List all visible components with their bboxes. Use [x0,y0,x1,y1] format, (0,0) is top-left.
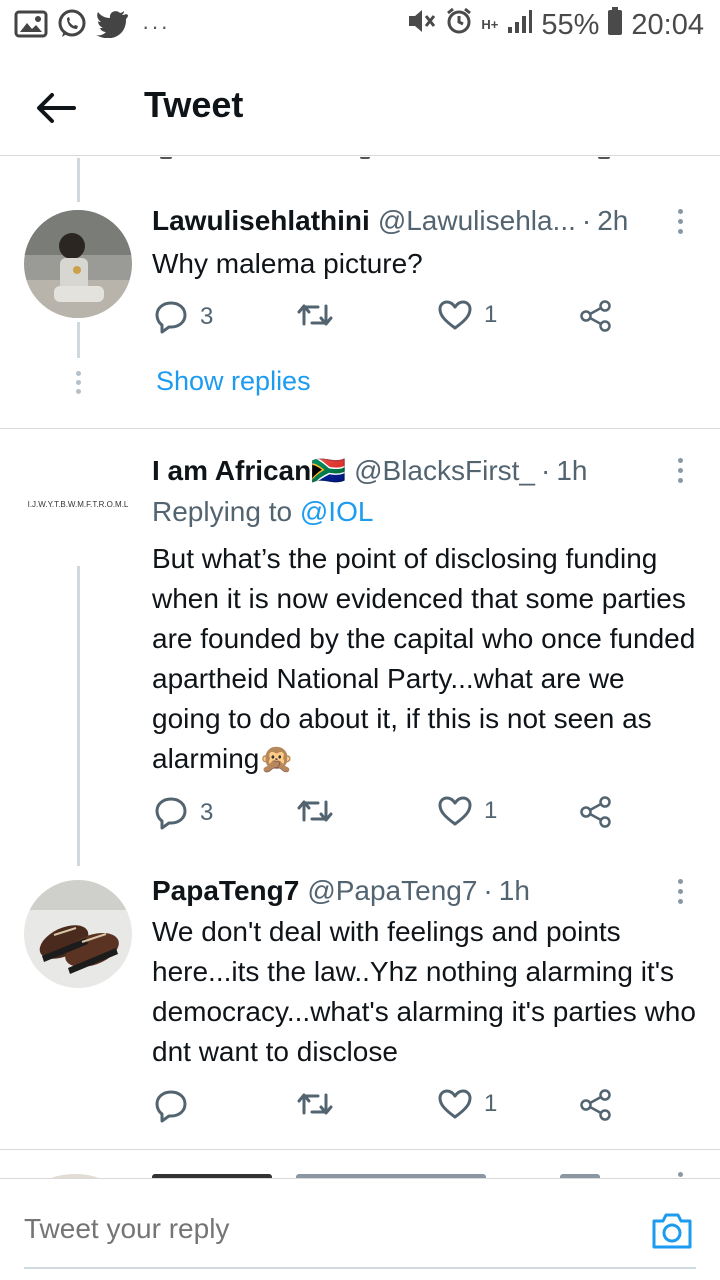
tweet-header: I am African🇿🇦 @BlacksFirst_ · 1h [152,454,588,487]
thread-dots [76,371,82,398]
share-icon [580,796,611,828]
replying-to: Replying to @IOL [152,496,373,528]
like-button[interactable]: 1 [438,796,497,826]
reply-input-underline [24,1267,696,1269]
thread-line [77,158,80,202]
arrow-left-icon [37,93,76,123]
status-bar-system: H+ 55% 20:04 [407,6,704,44]
tweet-text: But what’s the point of disclosing fundi… [152,543,696,774]
tweet-header: PapaTeng7 @PapaTeng7 · 1h [152,875,530,907]
display-name[interactable]: PapaTeng7 [152,875,299,907]
battery-percent: 55% [541,8,600,41]
more-options-button[interactable] [670,455,690,489]
share-icon [580,300,611,332]
retweet-icon [297,304,333,326]
separator: · [483,875,493,906]
separator: · [541,455,551,486]
divider [0,428,720,429]
replying-to-mention[interactable]: @IOL [300,496,374,527]
avatar-text: I.J.W.Y.T.B.W.M.F.T.R.O.M.L [27,500,129,509]
reply-count: 3 [200,303,214,330]
status-bar: ··· H+ 55% 20:04 [0,0,720,50]
mute-icon [407,7,437,43]
tweet-text: Why malema picture? [152,248,423,279]
divider [0,1149,720,1150]
reply-count: 3 [200,799,214,826]
heart-icon [438,1089,472,1119]
display-name[interactable]: Lawulisehlathini [152,205,370,237]
timestamp[interactable]: 1h [556,455,587,487]
timestamp[interactable]: 1h [499,875,530,907]
status-bar-notifications: ··· [14,8,170,45]
network-type: H+ [481,17,499,32]
share-button[interactable] [580,300,612,332]
back-button[interactable] [30,82,82,134]
top-app-bar: Tweet [0,60,720,156]
heart-icon [438,300,472,330]
whatsapp-icon [56,8,88,45]
reply-button[interactable] [154,1089,200,1123]
separator: · [581,205,592,236]
show-replies-link[interactable]: Show replies [156,366,311,397]
twitter-bird-icon [96,10,128,43]
reply-icon [155,301,187,334]
more-options-button[interactable] [670,206,690,240]
reply-icon [155,1090,187,1123]
retweet-button[interactable] [296,1089,346,1119]
more-options-button[interactable] [670,876,690,910]
thread-line [77,566,80,866]
share-button[interactable] [580,796,612,828]
retweet-icon [297,1093,333,1115]
share-button[interactable] [580,1089,612,1121]
display-name[interactable]: I am African🇿🇦 [152,454,346,487]
user-handle[interactable]: @Lawulisehla... [378,205,576,237]
user-handle[interactable]: @PapaTeng7 [307,875,477,907]
camera-button[interactable] [650,1211,694,1251]
battery-icon [607,6,623,44]
retweet-button[interactable] [296,300,346,330]
like-count: 1 [484,797,498,824]
avatar[interactable] [24,210,132,318]
reply-input[interactable] [24,1197,624,1261]
gallery-icon [14,9,48,44]
like-count: 1 [484,301,498,328]
tweet-actions: 3 1 [154,300,624,340]
tweet-actions: 1 [154,1089,624,1129]
reply-button[interactable]: 3 [154,796,213,830]
tweet-text: We don't deal with feelings and points h… [152,916,696,1067]
avatar[interactable] [24,880,132,988]
like-button[interactable]: 1 [438,1089,497,1119]
retweet-icon [297,800,333,822]
tweet-actions: 3 1 [154,796,624,836]
user-handle[interactable]: @BlacksFirst_ [354,455,535,487]
heart-icon [438,796,472,826]
signal-icon [507,8,533,42]
avatar[interactable]: I.J.W.Y.T.B.W.M.F.T.R.O.M.L [24,452,132,560]
like-count: 1 [484,1090,498,1117]
next-tweet-peek [0,1160,720,1178]
share-icon [580,1089,611,1121]
camera-icon [652,1213,692,1249]
replying-to-label: Replying to [152,496,293,527]
previous-tweet-remnant [0,157,720,163]
reply-icon [155,797,187,830]
clock: 20:04 [631,8,704,41]
reply-composer [0,1178,720,1280]
page-title: Tweet [144,84,244,125]
tweet-header: Lawulisehlathini @Lawulisehla... · 2h [152,205,628,237]
retweet-button[interactable] [296,796,346,826]
like-button[interactable]: 1 [438,300,497,330]
reply-button[interactable]: 3 [154,300,213,334]
alarm-icon [445,7,473,43]
more-notifications-indicator: ··· [142,13,170,39]
timestamp[interactable]: 2h [597,205,628,237]
thread-line [77,322,80,358]
